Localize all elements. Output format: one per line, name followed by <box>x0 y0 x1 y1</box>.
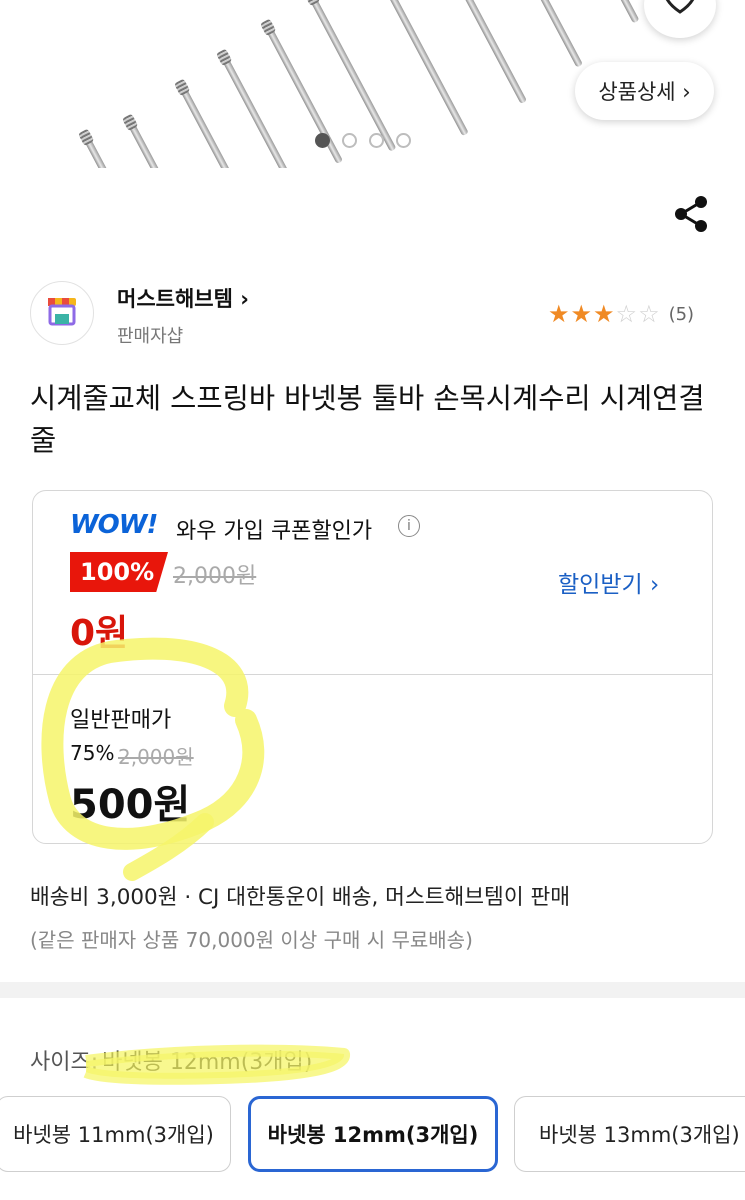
product-detail-button[interactable]: 상품상세 › <box>575 62 714 120</box>
option-label: 바넷봉 12mm(3개입) <box>267 1123 479 1147</box>
carousel-dot[interactable] <box>369 133 384 148</box>
section-divider <box>0 982 745 998</box>
seller-logo[interactable] <box>30 281 94 345</box>
size-selected-value: 바넷봉 12mm(3개입) <box>102 1050 313 1075</box>
wow-price: 0원 <box>70 613 129 654</box>
share-icon[interactable] <box>672 194 710 234</box>
product-title: 시계줄교체 스프링바 바넷봉 툴바 손목시계수리 시계연결줄 <box>30 382 705 457</box>
normal-price-label: 일반판매가 <box>70 708 172 733</box>
carousel-dot[interactable] <box>315 133 330 148</box>
option-button[interactable]: 바넷봉 13mm(3개입) <box>514 1096 745 1172</box>
option-button[interactable]: 바넷봉 11mm(3개입) <box>0 1096 231 1172</box>
get-discount-link[interactable]: 할인받기 › <box>558 565 659 599</box>
option-label: 바넷봉 11mm(3개입) <box>13 1123 214 1147</box>
option-label: 바넷봉 13mm(3개입) <box>539 1123 740 1147</box>
star-empty-icon: ☆ <box>638 300 660 328</box>
star-filled-icon: ★ <box>548 300 570 328</box>
heart-icon <box>665 0 695 14</box>
seller-shop-label[interactable]: 판매자샵 <box>117 322 183 348</box>
rating-stars[interactable]: ★ ★ ★ ☆ ☆ (5) <box>548 300 694 328</box>
review-count: (5) <box>668 303 695 325</box>
wow-coupon-label: 와우 가입 쿠폰할인가 <box>176 519 373 544</box>
star-empty-icon: ☆ <box>615 300 638 328</box>
free-shipping-note: (같은 판매자 상품 70,000원 이상 구매 시 무료배송) <box>30 928 473 952</box>
wow-logo: WOW! <box>70 510 158 540</box>
star-filled-icon: ★ <box>570 300 593 328</box>
size-label: 사이즈: <box>30 1050 99 1075</box>
shop-icon <box>48 298 76 326</box>
product-detail-label: 상품상세 › <box>598 80 691 104</box>
wishlist-button[interactable] <box>644 0 716 38</box>
normal-original-price: 2,000원 <box>118 745 194 769</box>
carousel-dot[interactable] <box>396 133 411 148</box>
shipping-info: 배송비 3,000원 · CJ 대한통운이 배송, 머스트해브템이 판매 <box>30 885 571 910</box>
seller-name-link[interactable]: 머스트해브템 › <box>117 283 249 313</box>
normal-discount-percent: 75% <box>70 741 115 765</box>
star-filled-icon: ★ <box>593 300 615 328</box>
info-icon[interactable]: i <box>398 515 420 537</box>
carousel-dot[interactable] <box>342 133 357 148</box>
wow-discount-badge: 100% <box>70 552 168 592</box>
wow-original-price: 2,000원 <box>173 564 257 589</box>
size-selection: 사이즈: 바넷봉 12mm(3개입) <box>30 1044 312 1076</box>
carousel-indicator <box>315 133 411 148</box>
price-divider <box>32 674 713 675</box>
option-button-selected[interactable]: 바넷봉 12mm(3개입) <box>248 1096 498 1172</box>
normal-price: 500원 <box>70 782 191 828</box>
